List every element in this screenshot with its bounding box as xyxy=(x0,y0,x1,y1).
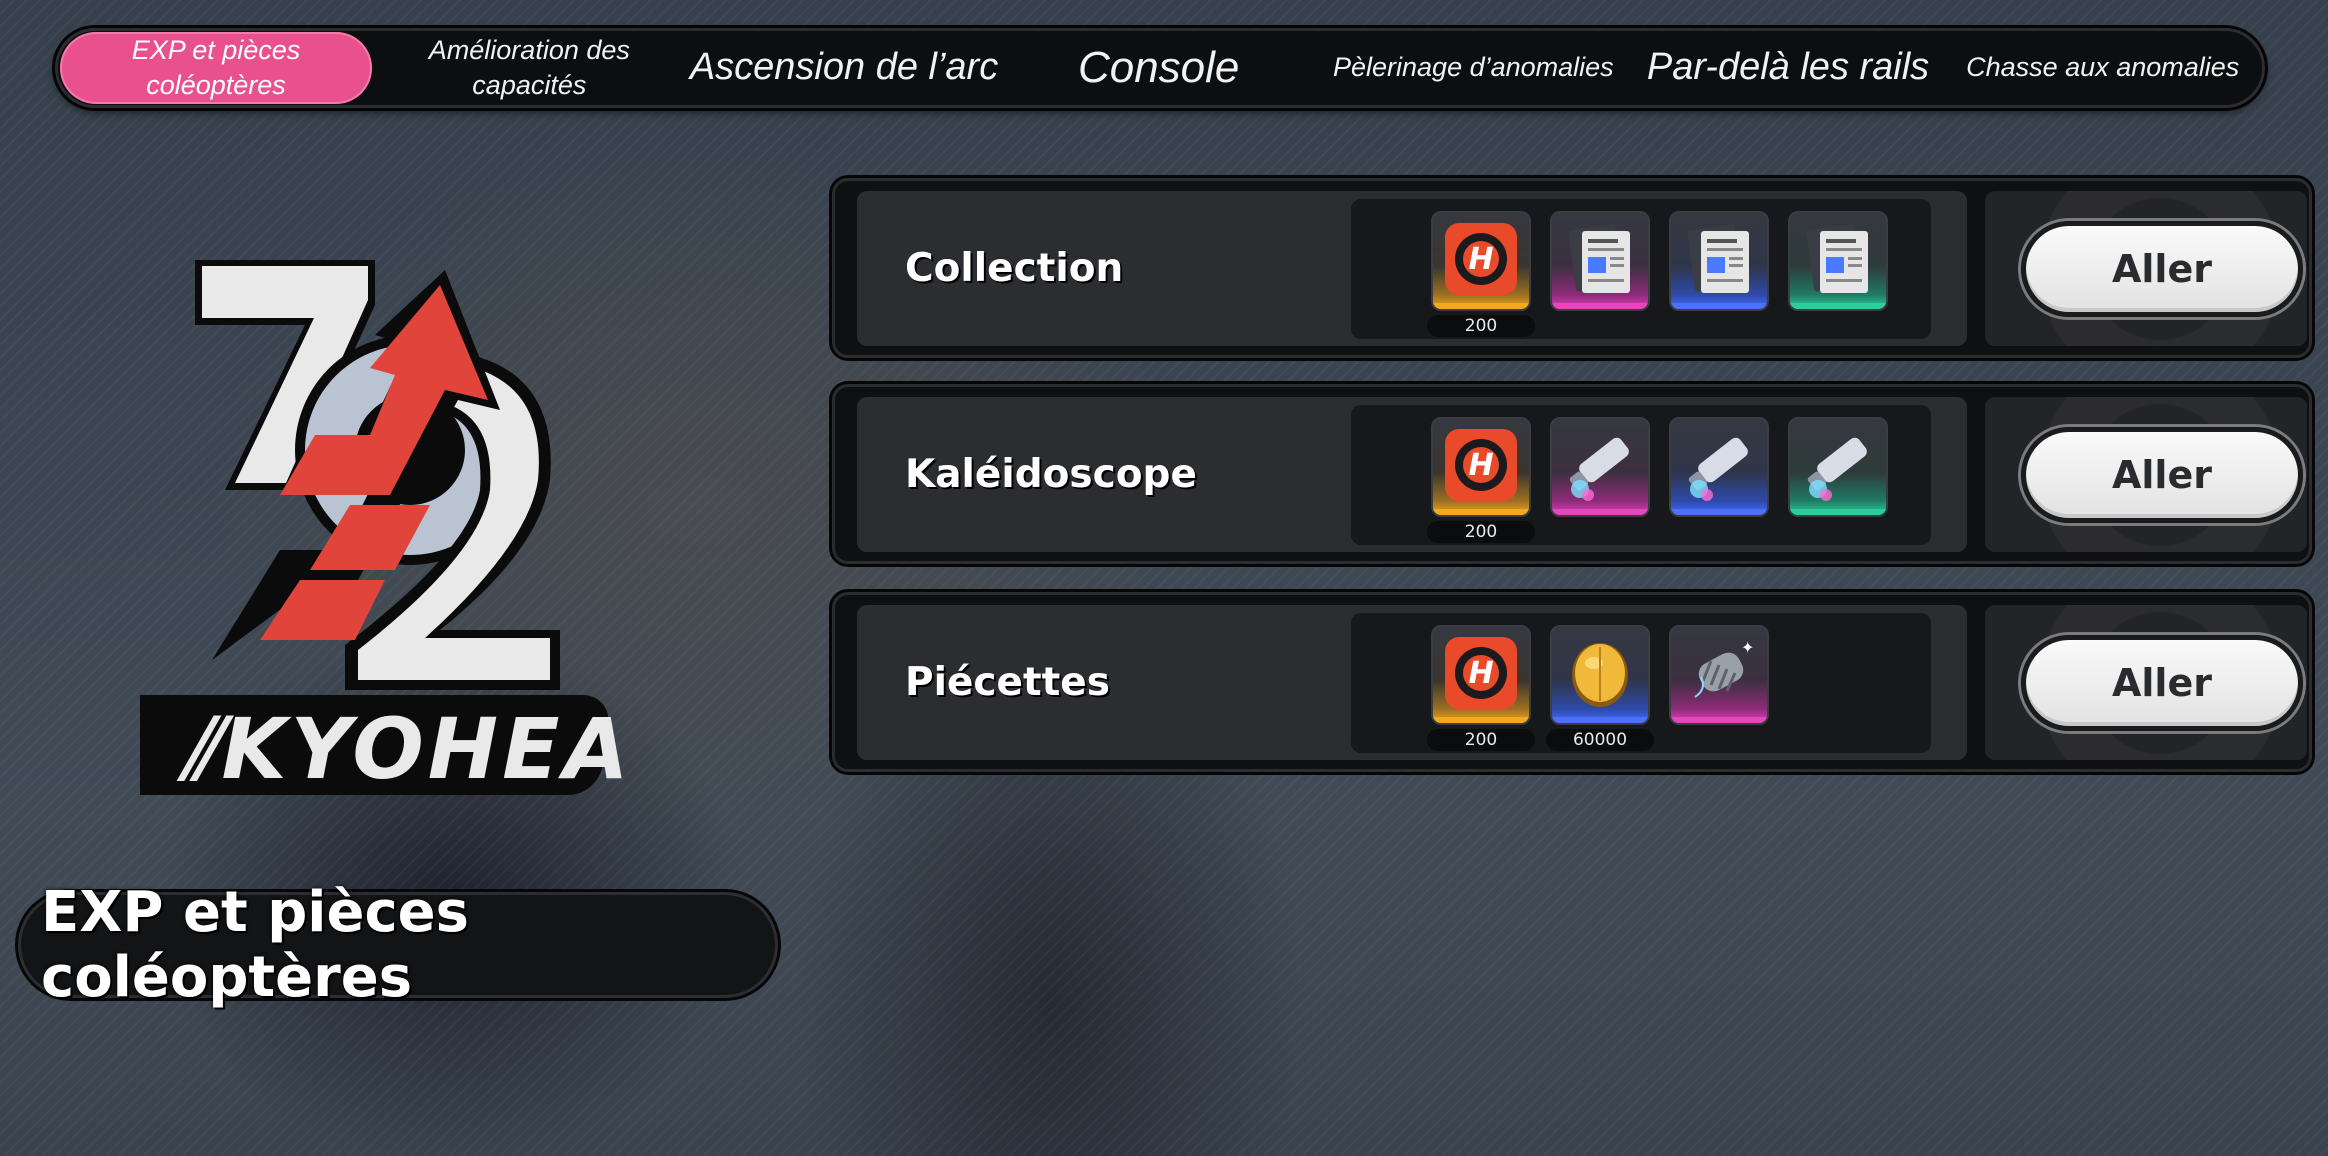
reward-item[interactable]: H 200 xyxy=(1427,625,1535,751)
go-button[interactable]: Aller xyxy=(2021,221,2303,317)
paint-tube-icon xyxy=(1569,437,1629,501)
tab-3[interactable]: Console xyxy=(1001,32,1316,104)
reward-item[interactable] xyxy=(1669,417,1769,535)
tab-0[interactable]: EXP et pièces coléoptères xyxy=(60,32,372,104)
tab-2[interactable]: Ascension de l’arc xyxy=(687,32,1002,104)
go-button[interactable]: Aller xyxy=(2021,427,2303,523)
paint-tube-icon xyxy=(1807,437,1867,501)
section-title: EXP et pièces coléoptères xyxy=(18,880,778,1010)
action-panel: Aller xyxy=(1985,397,2307,552)
svg-text:H: H xyxy=(1468,448,1493,483)
tab-6[interactable]: Chasse aux anomalies xyxy=(1945,32,2260,104)
spring-coil-icon: ✦ xyxy=(1694,638,1754,698)
rewards-box: H 200 xyxy=(1351,405,1931,545)
activity-label: Collection xyxy=(905,246,1124,291)
kyohea-logo: ⫽KYOHEA xyxy=(140,260,633,798)
document-files-icon xyxy=(1568,224,1630,293)
activity-label: Kaléidoscope xyxy=(905,452,1197,497)
document-files-icon xyxy=(1806,224,1868,293)
activity-row: Collection H 200 Aller xyxy=(832,178,2312,358)
svg-text:⫽KYOHEA: ⫽KYOHEA xyxy=(176,700,633,798)
activity-panel: Piécettes H 200 60000 ✦ xyxy=(857,605,1967,760)
reward-item[interactable] xyxy=(1788,211,1888,329)
svg-text:H: H xyxy=(1468,242,1493,277)
reward-item[interactable]: 60000 xyxy=(1546,625,1654,751)
hunter-badge-icon: H xyxy=(1445,223,1517,295)
reward-quantity: 200 xyxy=(1427,521,1535,543)
action-panel: Aller xyxy=(1985,605,2307,760)
beetle-coin-icon xyxy=(1572,643,1628,707)
reward-item[interactable]: H 200 xyxy=(1427,211,1535,337)
go-button[interactable]: Aller xyxy=(2021,635,2303,731)
activity-panel: Kaléidoscope H 200 xyxy=(857,397,1967,552)
paint-tube-icon xyxy=(1688,437,1748,501)
reward-item[interactable] xyxy=(1788,417,1888,535)
reward-item[interactable]: ✦ xyxy=(1669,625,1769,743)
activity-row: Kaléidoscope H 200 Aller xyxy=(832,384,2312,564)
svg-text:H: H xyxy=(1468,656,1493,691)
activity-panel: Collection H 200 xyxy=(857,191,1967,346)
reward-item[interactable] xyxy=(1550,417,1650,535)
hunter-badge-icon: H xyxy=(1445,637,1517,709)
reward-item[interactable] xyxy=(1669,211,1769,329)
hunter-badge-icon: H xyxy=(1445,429,1517,501)
rewards-box: H 200 xyxy=(1351,199,1931,339)
rewards-box: H 200 60000 ✦ xyxy=(1351,613,1931,753)
document-files-icon xyxy=(1687,224,1749,293)
action-panel: Aller xyxy=(1985,191,2307,346)
tab-5[interactable]: Par-delà les rails xyxy=(1631,32,1946,104)
reward-item[interactable]: H 200 xyxy=(1427,417,1535,543)
tab-4[interactable]: Pèlerinage d’anomalies xyxy=(1316,32,1631,104)
top-tab-bar: EXP et pièces coléoptères Amélioration de… xyxy=(55,28,2265,108)
activity-label: Piécettes xyxy=(905,660,1110,705)
reward-quantity: 60000 xyxy=(1546,729,1654,751)
activity-row: Piécettes H 200 60000 ✦ Aller xyxy=(832,592,2312,772)
svg-text:✦: ✦ xyxy=(1741,638,1754,657)
reward-item[interactable] xyxy=(1550,211,1650,329)
reward-quantity: 200 xyxy=(1427,315,1535,337)
reward-quantity: 200 xyxy=(1427,729,1535,751)
tab-1[interactable]: Amélioration des capacités xyxy=(372,32,687,104)
